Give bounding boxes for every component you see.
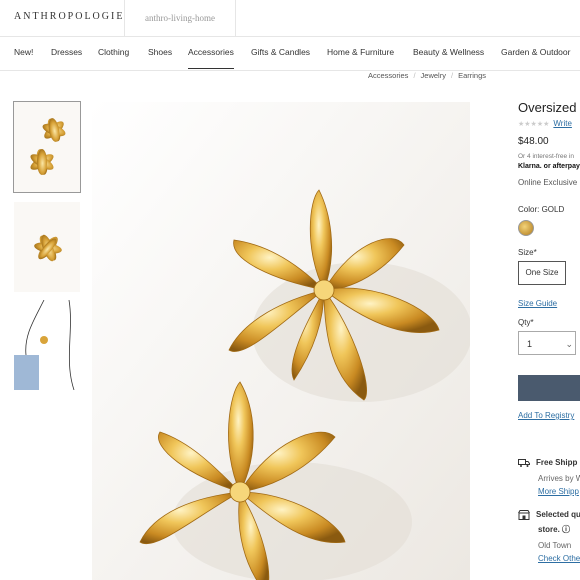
nav-item-gifts-candles[interactable]: Gifts & Candles <box>251 47 310 57</box>
gold-flower-earrings-image <box>92 102 470 580</box>
product-price: $48.00 <box>518 136 549 147</box>
color-label: Color: GOLD <box>518 205 580 214</box>
breadcrumb-earrings[interactable]: Earrings <box>458 71 486 80</box>
store-pickup-row: Selected qu <box>518 510 580 520</box>
main-nav: New! Dresses Clothing Shoes Accessories … <box>0 36 580 71</box>
free-shipping-row: Free Shipp <box>518 458 580 468</box>
breadcrumb-separator: / <box>450 71 454 80</box>
quantity-select[interactable]: 1 ⌄ <box>518 331 576 355</box>
info-icon[interactable]: ⓘ <box>562 525 570 534</box>
thumbnail-2[interactable] <box>14 202 80 292</box>
size-option-one-size[interactable]: One Size <box>518 261 566 285</box>
breadcrumb: Accessories / Jewelry / Earrings <box>368 71 486 80</box>
store-icon <box>518 510 530 520</box>
earring-thumbnail-image <box>30 118 66 175</box>
store-suffix-row: store. ⓘ <box>518 524 580 535</box>
nav-item-clothing[interactable]: Clothing <box>98 47 129 57</box>
arrives-by-text: Arrives by W <box>538 474 580 483</box>
store-suffix-text: store. <box>538 525 560 534</box>
breadcrumb-accessories[interactable]: Accessories <box>368 71 408 80</box>
check-other-stores-link[interactable]: Check Othe <box>518 554 580 563</box>
model-thumbnail-image <box>14 300 75 390</box>
size-guide-link[interactable]: Size Guide <box>518 299 580 308</box>
add-to-basket-button[interactable] <box>518 375 580 401</box>
nav-item-accessories[interactable]: Accessories <box>188 47 234 69</box>
nav-item-dresses[interactable]: Dresses <box>51 47 82 57</box>
nav-item-beauty-wellness[interactable]: Beauty & Wellness <box>413 47 484 57</box>
thumbnail-3[interactable] <box>14 300 80 390</box>
write-review-link[interactable]: Write <box>553 119 572 128</box>
top-bar: ANTHROPOLOGIE anthro-living-home <box>0 0 580 37</box>
color-label-text: Color: <box>518 205 540 214</box>
breadcrumb-separator: / <box>413 71 416 80</box>
color-swatch-gold[interactable] <box>518 220 534 236</box>
add-to-registry-link[interactable]: Add To Registry <box>518 411 580 420</box>
thumbnail-1[interactable] <box>13 101 81 193</box>
nav-item-garden-outdoor[interactable]: Garden & Outdoor <box>501 47 570 57</box>
color-value: GOLD <box>541 205 565 214</box>
product-details: Oversized ★★★★★ Write $48.00 Or 4 interes… <box>518 100 580 580</box>
size-label: Size* <box>518 248 537 257</box>
nav-item-new[interactable]: New! <box>14 47 33 57</box>
rating-stars: ★★★★★ Write <box>518 119 572 128</box>
quantity-value: 1 <box>527 339 533 349</box>
more-shipping-link[interactable]: More Shipp <box>518 487 580 496</box>
online-exclusive-badge: Online Exclusive <box>518 178 578 187</box>
installments-text: Or 4 interest-free in <box>518 153 574 160</box>
payment-options[interactable]: Klarna. or afterpay <box>518 163 580 170</box>
nav-item-home-furniture[interactable]: Home & Furniture <box>327 47 394 57</box>
selected-store-text: Selected qu <box>536 510 580 520</box>
free-shipping-text: Free Shipp <box>536 458 578 468</box>
store-name: Old Town <box>538 541 572 550</box>
qty-label: Qty* <box>518 318 534 327</box>
product-title: Oversized <box>518 100 577 115</box>
nav-item-shoes[interactable]: Shoes <box>148 47 172 57</box>
brand-logo[interactable]: ANTHROPOLOGIE <box>14 11 124 22</box>
sub-brand-logo[interactable]: anthro-living-home <box>124 0 236 36</box>
earring-thumbnail-image <box>34 234 62 262</box>
main-product-image[interactable] <box>92 102 470 580</box>
truck-icon <box>518 458 530 468</box>
chevron-down-icon: ⌄ <box>565 339 573 349</box>
breadcrumb-jewelry[interactable]: Jewelry <box>421 71 446 80</box>
shipping-section: Free Shipp Arrives by W More Shipp Selec… <box>518 458 580 563</box>
